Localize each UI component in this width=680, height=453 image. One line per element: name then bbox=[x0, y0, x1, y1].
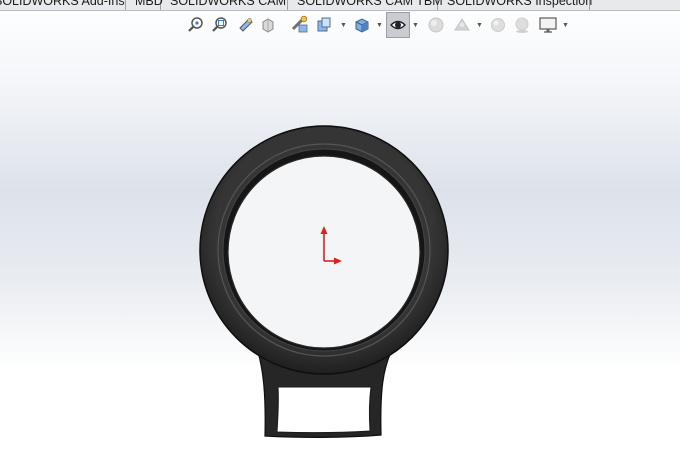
tab-solidworks-inspection[interactable]: SOLIDWORKS Inspection bbox=[438, 0, 592, 10]
apply-scene-dropdown-icon[interactable]: ▼ bbox=[476, 12, 483, 38]
tab-mbd[interactable]: MBD bbox=[126, 0, 163, 10]
realview-graphics-icon[interactable] bbox=[488, 12, 508, 38]
tab-solidworks-add-ins[interactable]: SOLIDWORKS Add-Ins bbox=[0, 0, 126, 10]
model-mount-opening bbox=[276, 386, 372, 434]
shadows-icon[interactable] bbox=[512, 12, 532, 38]
hide-show-items-icon[interactable] bbox=[386, 12, 410, 38]
zoom-to-area-icon[interactable] bbox=[210, 12, 230, 38]
hide-show-dropdown-icon[interactable]: ▼ bbox=[412, 12, 419, 38]
display-style-icon[interactable] bbox=[352, 12, 372, 38]
dynamic-annotation-views-icon[interactable] bbox=[290, 12, 310, 38]
view-settings-dropdown-icon[interactable]: ▼ bbox=[562, 12, 569, 38]
display-style-dropdown-icon[interactable]: ▼ bbox=[376, 12, 383, 38]
section-view-icon[interactable] bbox=[258, 12, 278, 38]
graphics-area[interactable] bbox=[0, 40, 680, 453]
view-orientation-icon[interactable] bbox=[314, 12, 334, 38]
tab-solidworks-cam[interactable]: SOLIDWORKS CAM bbox=[161, 0, 288, 10]
zoom-to-fit-icon[interactable] bbox=[186, 12, 206, 38]
apply-scene-icon[interactable] bbox=[452, 12, 472, 38]
edit-appearance-icon[interactable] bbox=[426, 12, 446, 38]
command-manager-tabs: SOLIDWORKS Add-Ins MBD SOLIDWORKS CAM SO… bbox=[0, 0, 680, 11]
view-orientation-dropdown-icon[interactable]: ▼ bbox=[340, 12, 347, 38]
model-view bbox=[199, 125, 449, 438]
view-settings-icon[interactable] bbox=[538, 12, 558, 38]
previous-view-icon[interactable] bbox=[236, 12, 256, 38]
tab-solidworks-cam-tbm[interactable]: SOLIDWORKS CAM TBM bbox=[288, 0, 443, 10]
